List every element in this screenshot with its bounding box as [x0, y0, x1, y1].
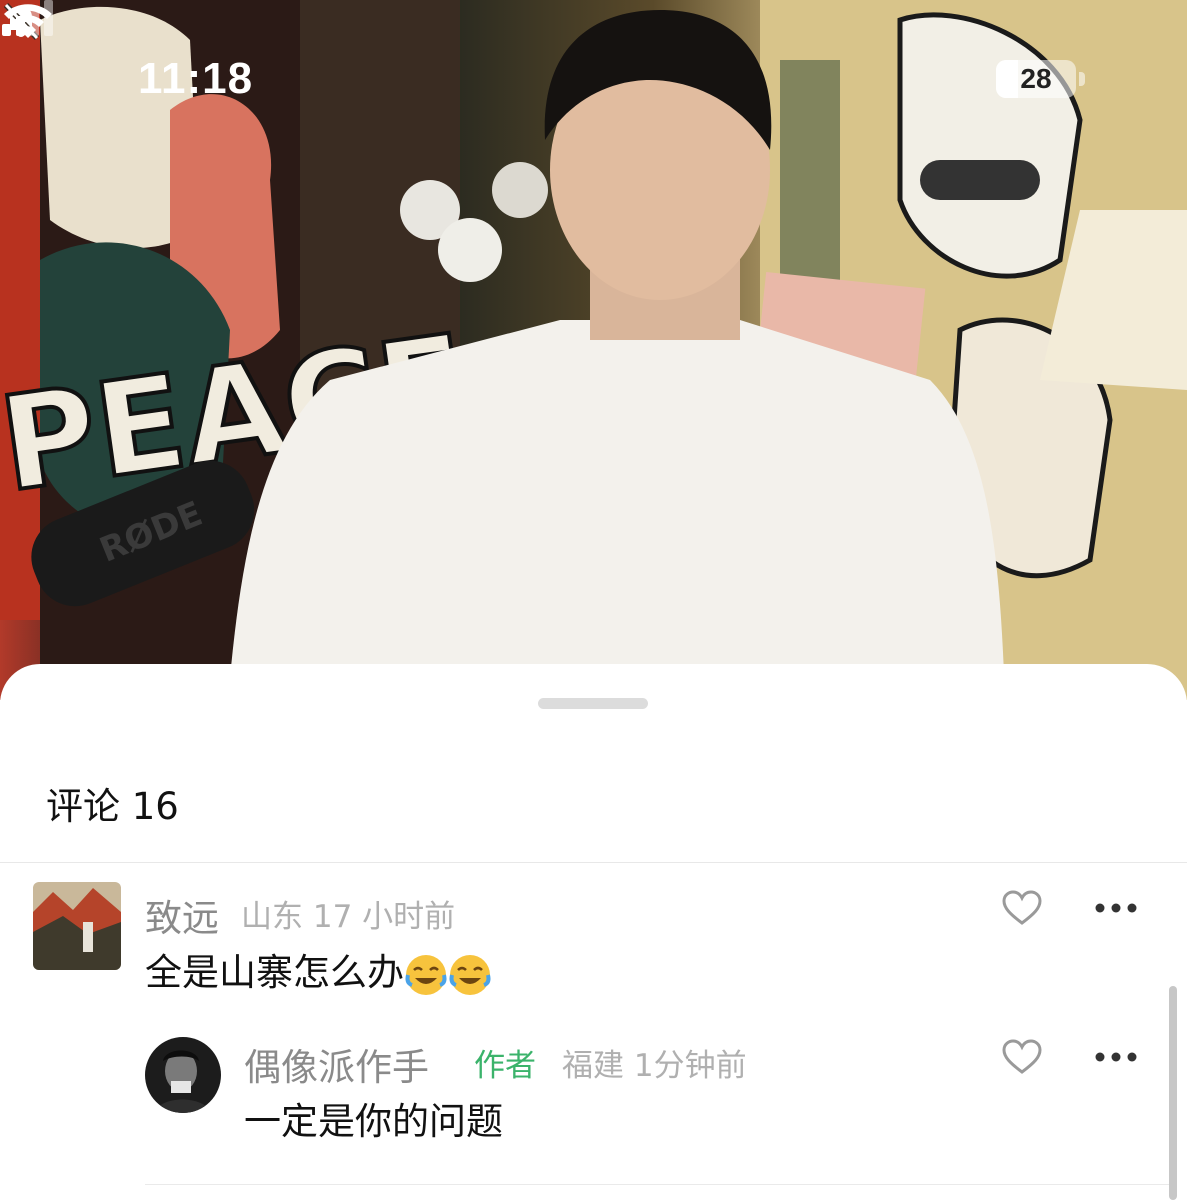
comments-sheet: 评论 16 致远 山东 17 小时前 全是山寨怎么办 偶像派作手 作者 福建 1…	[0, 664, 1187, 1200]
heart-like-icon[interactable]	[1002, 1039, 1042, 1075]
laughing-crying-emoji	[405, 954, 447, 995]
author-badge: 作者	[474, 1048, 536, 1084]
laughing-crying-emoji	[449, 954, 491, 995]
comment-text: 全是山寨怎么办	[145, 942, 492, 997]
battery-icon: 28	[996, 60, 1076, 98]
comment-text-content: 全是山寨怎么办	[145, 951, 404, 994]
more-options-icon[interactable]	[1094, 902, 1138, 914]
battery-level-text: 28	[1020, 63, 1052, 94]
avatar[interactable]	[33, 882, 121, 970]
reply-username[interactable]: 偶像派作手	[244, 1037, 429, 1091]
status-time: 11:18	[138, 54, 254, 103]
landscape-painting-avatar	[33, 882, 121, 970]
battery-tip	[1079, 72, 1085, 86]
more-options-icon[interactable]	[1094, 1051, 1138, 1063]
reply-meta: 福建 1分钟前	[562, 1048, 747, 1084]
reply-divider	[145, 1184, 1175, 1185]
avatar[interactable]	[145, 1037, 221, 1113]
author-photo-avatar	[145, 1037, 221, 1113]
reply-text: 一定是你的问题	[244, 1100, 503, 1143]
sheet-drag-handle[interactable]	[538, 698, 648, 709]
header-divider	[0, 862, 1187, 863]
comment-username[interactable]: 致远	[145, 888, 219, 942]
wifi-icon	[4, 4, 52, 38]
video-player[interactable]: PEACE RØDE 11:18 28	[0, 0, 1187, 700]
scrollbar[interactable]	[1169, 986, 1177, 1200]
video-frame: PEACE RØDE	[0, 0, 1187, 700]
comments-title: 评论 16	[46, 785, 179, 828]
heart-like-icon[interactable]	[1002, 890, 1042, 926]
comment-meta: 山东 17 小时前	[241, 899, 456, 935]
